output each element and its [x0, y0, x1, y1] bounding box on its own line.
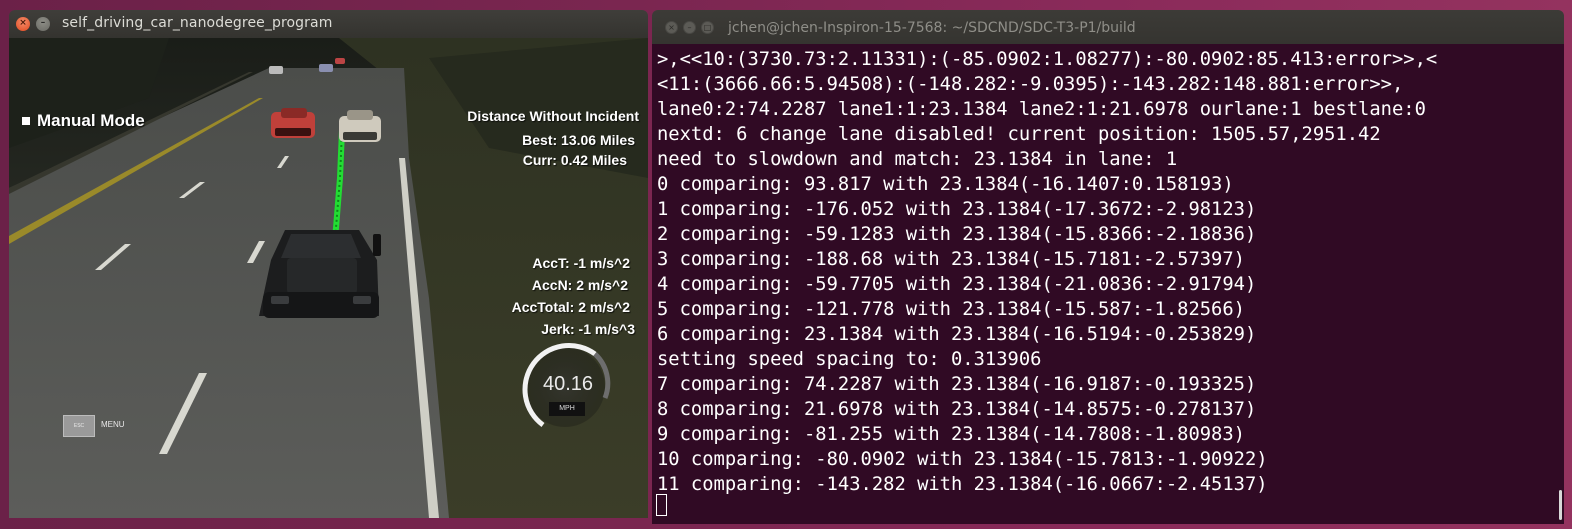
acc-t: AccT: -1 m/s^2	[532, 255, 630, 271]
simulator-title: self_driving_car_nanodegree_program	[62, 15, 333, 31]
terminal-line: 7 comparing: 74.2287 with 23.1384(-16.91…	[657, 374, 1257, 395]
terminal-line: 8 comparing: 21.6978 with 23.1384(-14.85…	[657, 399, 1257, 420]
simulator-titlebar[interactable]: × – self_driving_car_nanodegree_program	[9, 10, 648, 38]
close-icon[interactable]: ×	[16, 17, 30, 31]
acc-total: AccTotal: 2 m/s^2	[511, 299, 630, 315]
menu-label: MENU	[101, 420, 125, 429]
speed-readout: 40.16	[542, 373, 594, 395]
terminal-lines: >,<<10:(3730.73:2.11331):(-85.0902:1.082…	[657, 47, 1437, 497]
terminal-title: jchen@jchen-Inspiron-15-7568: ~/SDCND/SD…	[728, 20, 1136, 36]
terminal-line: >,<<10:(3730.73:2.11331):(-85.0902:1.082…	[657, 49, 1438, 70]
current-distance: Curr: 0.42 Miles	[522, 152, 627, 168]
esc-button[interactable]: ESC	[63, 415, 95, 437]
terminal-line: <11:(3666.66:5.94508):(-148.282:-9.0395)…	[657, 74, 1404, 95]
red-car	[271, 108, 315, 138]
mode-label: Manual Mode	[37, 111, 145, 130]
simulator-viewport[interactable]: Manual Mode Distance Without Incident Be…	[9, 38, 648, 518]
terminal-line: 11 comparing: -143.282 with 23.1384(-16.…	[657, 474, 1268, 495]
minimize-icon[interactable]: –	[36, 17, 50, 31]
simulator-window: × – self_driving_car_nanodegree_program	[9, 10, 648, 518]
terminal-line: 1 comparing: -176.052 with 23.1384(-17.3…	[657, 199, 1257, 220]
terminal-output[interactable]: >,<<10:(3730.73:2.11331):(-85.0902:1.082…	[652, 44, 1564, 524]
distance-title: Distance Without Incident	[467, 108, 639, 124]
terminal-line: setting speed spacing to: 0.313906	[657, 349, 1042, 370]
terminal-line: 10 comparing: -80.0902 with 23.1384(-15.…	[657, 449, 1268, 470]
terminal-line: nextd: 6 change lane disabled! current p…	[657, 124, 1381, 145]
terminal-line: 2 comparing: -59.1283 with 23.1384(-15.8…	[657, 224, 1257, 245]
terminal-titlebar[interactable]: × – □ jchen@jchen-Inspiron-15-7568: ~/SD…	[652, 10, 1564, 44]
terminal-line: 6 comparing: 23.1384 with 23.1384(-16.51…	[657, 324, 1257, 345]
best-distance: Best: 13.06 Miles	[522, 132, 635, 148]
close-icon[interactable]: ×	[665, 21, 678, 34]
terminal-line: 0 comparing: 93.817 with 23.1384(-16.140…	[657, 174, 1234, 195]
terminal-line: need to slowdown and match: 23.1384 in l…	[657, 149, 1178, 170]
terminal-line: 3 comparing: -188.68 with 23.1384(-15.71…	[657, 249, 1245, 270]
speed-unit: MPH	[549, 402, 585, 416]
terminal-window: × – □ jchen@jchen-Inspiron-15-7568: ~/SD…	[652, 10, 1564, 524]
mode-indicator	[22, 117, 30, 125]
jerk: Jerk: -1 m/s^3	[541, 321, 635, 337]
minimize-icon[interactable]: –	[683, 21, 696, 34]
acc-n: AccN: 2 m/s^2	[531, 277, 628, 293]
terminal-line: 9 comparing: -81.255 with 23.1384(-14.78…	[657, 424, 1245, 445]
terminal-line: 4 comparing: -59.7705 with 23.1384(-21.0…	[657, 274, 1257, 295]
terminal-line: 5 comparing: -121.778 with 23.1384(-15.5…	[657, 299, 1245, 320]
maximize-icon[interactable]: □	[701, 21, 714, 34]
text-cursor	[656, 494, 667, 516]
scrollbar[interactable]	[1559, 490, 1562, 520]
terminal-line: lane0:2:74.2287 lane1:1:23.1384 lane2:1:…	[657, 99, 1426, 120]
